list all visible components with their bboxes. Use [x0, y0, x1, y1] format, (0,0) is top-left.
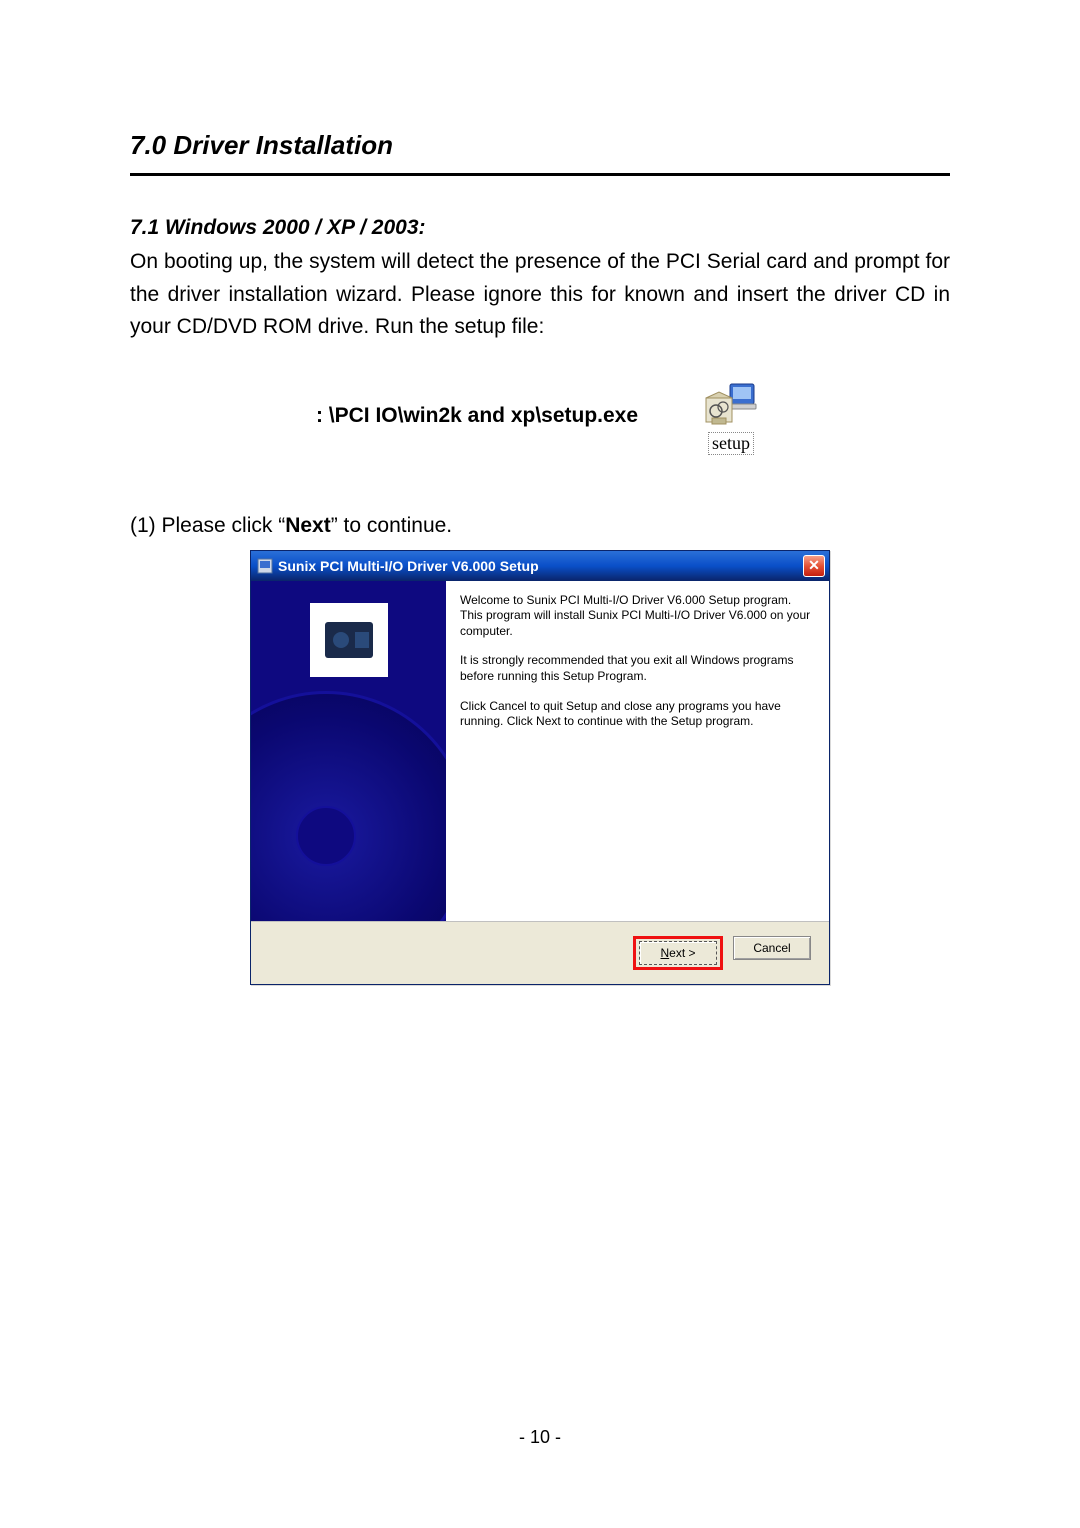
instruction-prefix: (1) Please click “: [130, 514, 285, 537]
dialog-paragraph-3: Click Cancel to quit Setup and close any…: [460, 699, 815, 730]
cd-icon: [251, 691, 446, 921]
next-button-highlight: Next >: [633, 936, 723, 970]
installer-dialog: Sunix PCI Multi-I/O Driver V6.000 Setup …: [250, 550, 830, 985]
next-button[interactable]: Next >: [639, 941, 717, 965]
setup-icon-label: setup: [708, 432, 754, 455]
installer-icon: [702, 378, 760, 430]
next-label-rest: ext >: [669, 946, 695, 960]
dialog-title: Sunix PCI Multi-I/O Driver V6.000 Setup: [278, 558, 803, 574]
instruction-bold: Next: [285, 514, 331, 537]
product-image: [310, 603, 388, 677]
page-number: - 10 -: [0, 1427, 1080, 1448]
setup-path-text: : \PCI IO\win2k and xp\setup.exe: [316, 404, 638, 428]
close-button[interactable]: ✕: [803, 555, 825, 577]
dialog-body: Welcome to Sunix PCI Multi-I/O Driver V6…: [251, 581, 829, 921]
cancel-button[interactable]: Cancel: [733, 936, 811, 960]
dialog-paragraph-2: It is strongly recommended that you exit…: [460, 653, 815, 684]
setup-file-row: : \PCI IO\win2k and xp\setup.exe setup: [130, 374, 950, 459]
subsection-heading: 7.1 Windows 2000 / XP / 2003:: [130, 216, 950, 240]
dialog-titlebar: Sunix PCI Multi-I/O Driver V6.000 Setup …: [251, 551, 829, 581]
dialog-paragraph-1: Welcome to Sunix PCI Multi-I/O Driver V6…: [460, 593, 815, 640]
heading-rule: [130, 173, 950, 176]
instruction-suffix: ” to continue.: [331, 514, 452, 537]
next-mnemonic: N: [660, 946, 669, 960]
setup-exe-icon: setup: [698, 374, 764, 459]
body-paragraph: On booting up, the system will detect th…: [130, 246, 950, 344]
instruction-step-1: (1) Please click “Next” to continue.: [130, 514, 950, 538]
dialog-footer: Next > Cancel: [251, 921, 829, 984]
section-heading: 7.0 Driver Installation: [130, 130, 950, 161]
dialog-sidebar-graphic: [251, 581, 446, 921]
dialog-text-area: Welcome to Sunix PCI Multi-I/O Driver V6…: [446, 581, 829, 921]
app-icon: [257, 558, 273, 574]
